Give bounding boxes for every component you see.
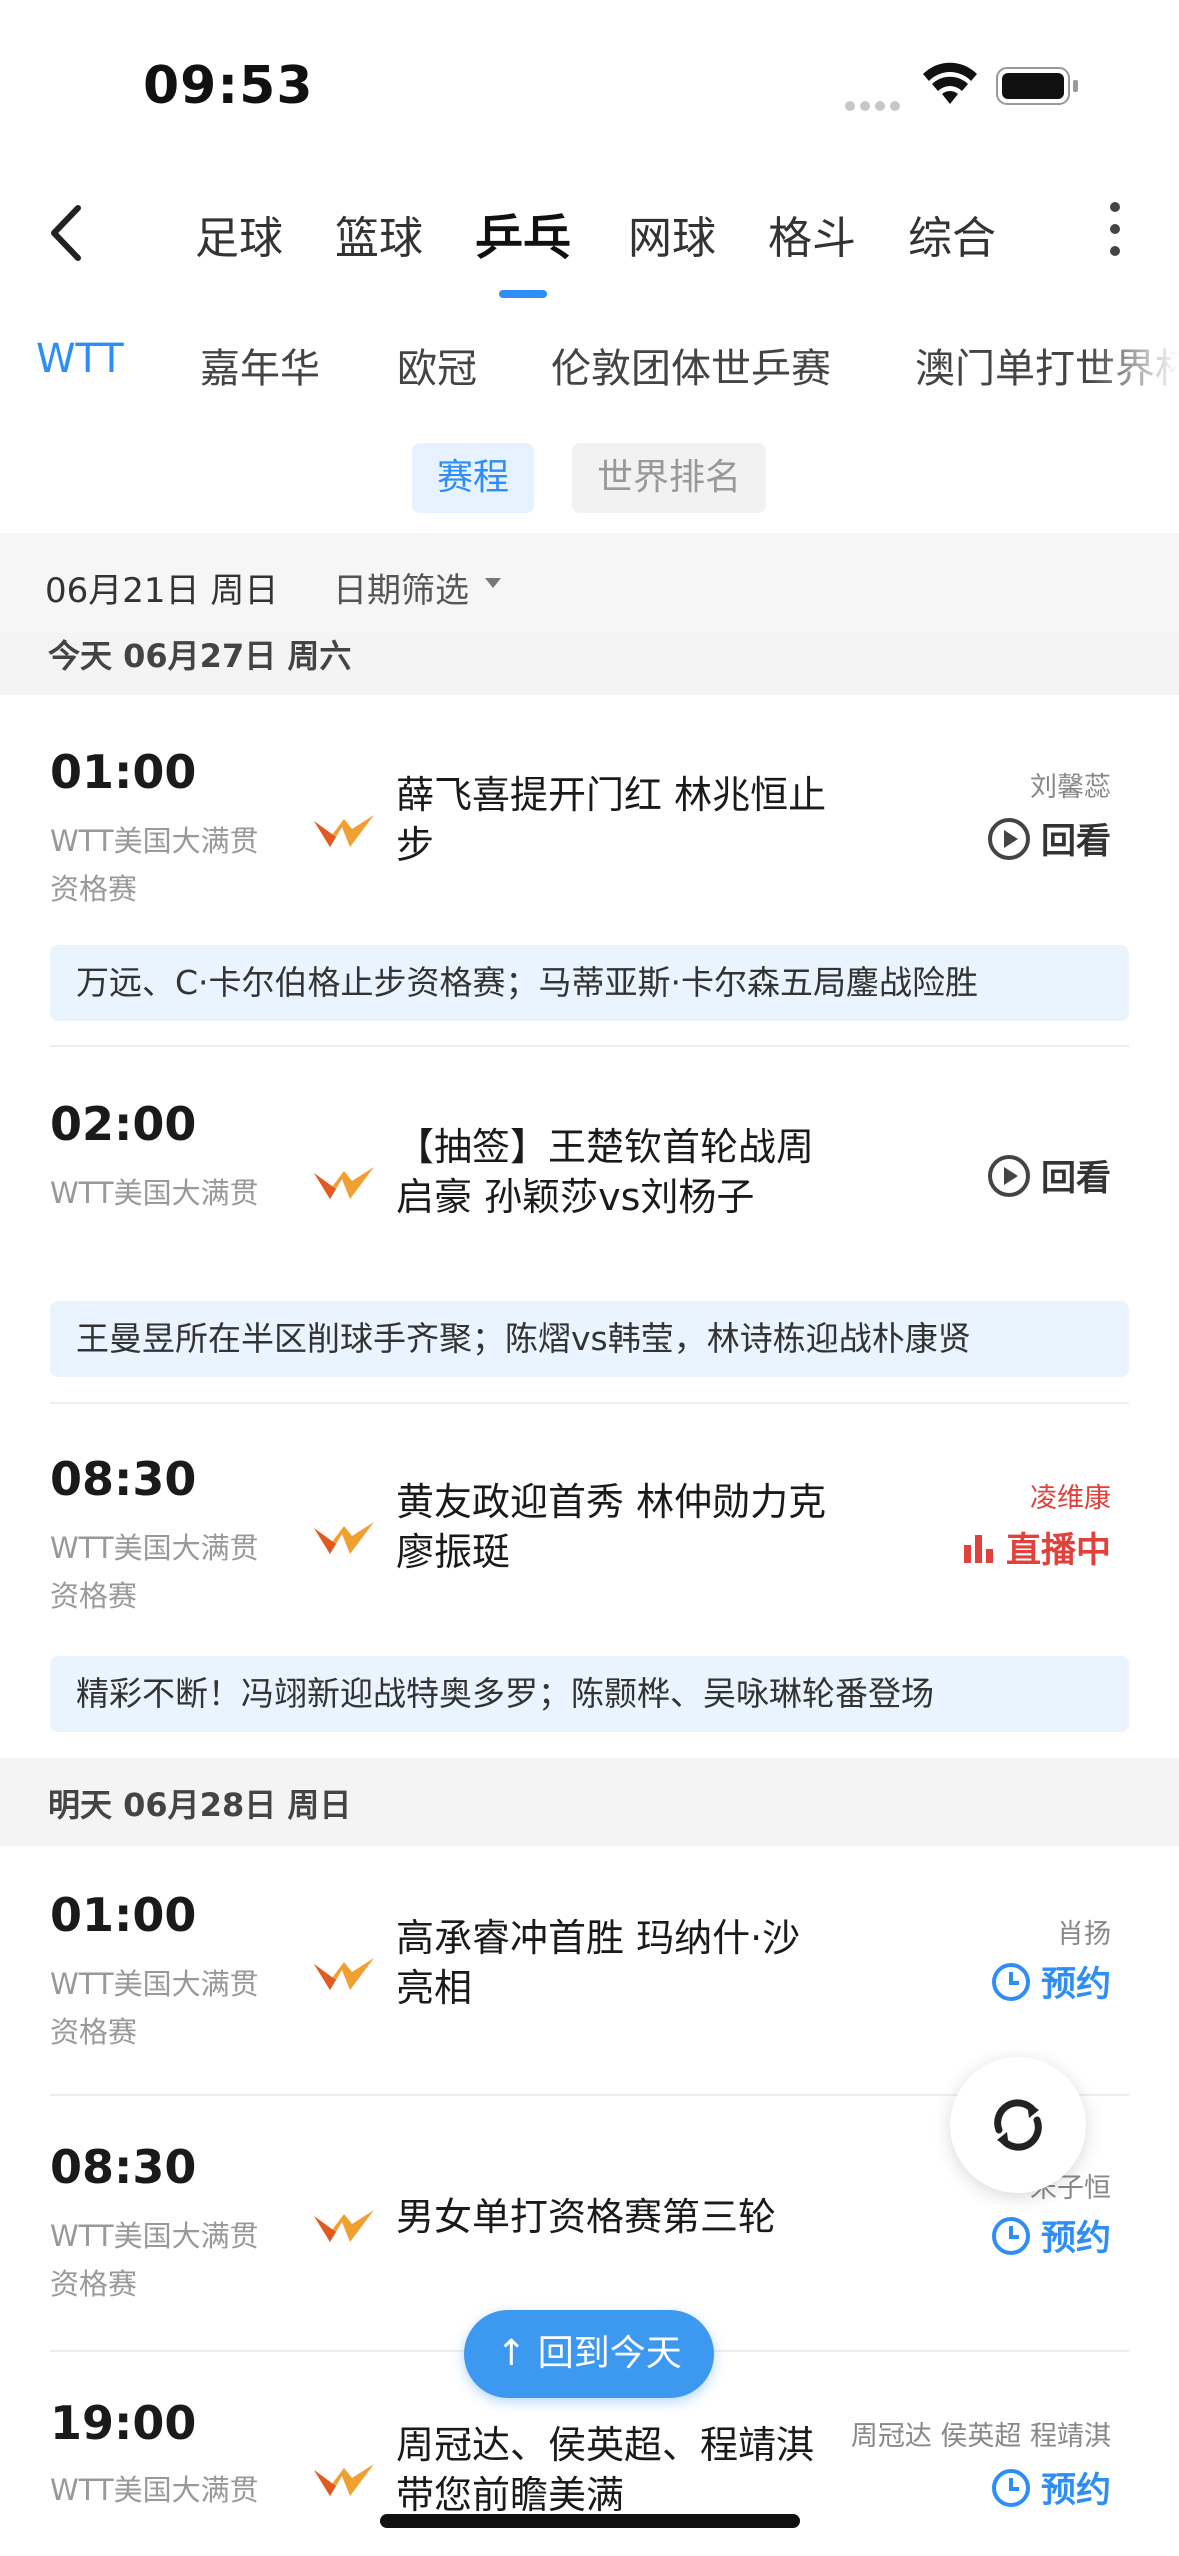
match-row[interactable]: 01:00 WTT美国大满贯资格赛 高承睿冲首胜 玛纳什·沙亮相 肖扬 预约	[0, 1846, 1179, 2094]
replay-button[interactable]: 回看	[987, 813, 1111, 864]
match-anchor: 肖扬	[1057, 1919, 1111, 1950]
status-bar: 09:53	[0, 0, 1179, 170]
signal-icon	[845, 96, 907, 111]
match-row[interactable]: 08:30 WTT美国大满贯资格赛 黄友政迎首秀 林仲勋力克廖振珽 凌维康 直播…	[0, 1404, 1179, 1758]
more-options-icon[interactable]	[1100, 202, 1130, 262]
tab-table-tennis[interactable]: 乒乓	[475, 198, 571, 298]
date-filter-bar: 06月21日 周日 日期筛选	[0, 533, 1179, 633]
match-anchor: 凌维康	[1030, 1483, 1111, 1514]
live-bars-icon	[963, 1534, 993, 1563]
refresh-icon	[994, 2099, 1042, 2151]
reserve-button[interactable]: 预约	[991, 2210, 1111, 2261]
match-title[interactable]: 薛飞喜提开门红 林兆恒止步	[396, 770, 836, 870]
wtt-logo-icon	[314, 1522, 374, 1554]
match-time: 08:30	[50, 2140, 197, 2194]
league-fade	[1089, 330, 1179, 400]
league-tab-euro[interactable]: 欧冠	[397, 336, 477, 394]
live-button[interactable]: 直播中	[962, 1522, 1111, 1573]
battery-icon	[996, 67, 1078, 105]
match-title[interactable]: 黄友政迎首秀 林仲勋力克廖振珽	[396, 1477, 836, 1577]
reserve-label: 预约	[1040, 1965, 1111, 2005]
match-title[interactable]: 【抽签】王楚钦首轮战周启豪 孙颖莎vs刘杨子	[396, 1122, 836, 1222]
reserve-button[interactable]: 预约	[991, 1956, 1111, 2007]
clock-icon	[991, 1962, 1030, 2001]
tab-tennis[interactable]: 网球	[628, 202, 716, 266]
back-to-today-button[interactable]: ↑ 回到今天	[464, 2310, 714, 2398]
wtt-logo-icon	[314, 2210, 374, 2242]
wtt-logo-icon	[314, 1167, 374, 1199]
match-anchor: 刘馨蕊	[1030, 772, 1111, 803]
date-filter-button[interactable]: 日期筛选	[333, 563, 469, 612]
match-league: WTT美国大满贯资格赛	[50, 1967, 259, 2049]
reserve-label: 预约	[1040, 2219, 1111, 2259]
current-date: 06月21日 周日	[45, 571, 279, 611]
match-league: WTT美国大满贯资格赛	[50, 2219, 259, 2301]
match-league: WTT美国大满贯	[50, 2473, 259, 2507]
league-tab-carnival[interactable]: 嘉年华	[200, 336, 320, 394]
match-anchor: 周冠达 侯英超 程靖淇	[850, 2421, 1111, 2452]
match-title[interactable]: 男女单打资格赛第三轮	[396, 2192, 836, 2242]
match-league: WTT美国大满贯资格赛	[50, 824, 259, 906]
match-time: 19:00	[50, 2396, 197, 2450]
day-header-today: 今天 06月27日 周六	[0, 633, 1179, 695]
clock-icon	[991, 2468, 1030, 2507]
match-note[interactable]: 精彩不断！冯翊新迎战特奥多罗；陈颢桦、吴咏琳轮番登场	[50, 1656, 1129, 1732]
day-header-tomorrow-label: 明天 06月28日 周日	[48, 1786, 352, 1824]
match-time: 01:00	[50, 1888, 197, 1942]
replay-label: 回看	[1040, 1159, 1111, 1199]
league-tab-bar: WTT 嘉年华 欧冠 伦敦团体世乒赛 澳门单打世界杯	[0, 330, 1179, 400]
play-circle-icon	[987, 1154, 1030, 1197]
reserve-button[interactable]: 预约	[991, 2462, 1111, 2513]
wtt-logo-icon	[314, 2464, 374, 2496]
reserve-label: 预约	[1040, 2471, 1111, 2511]
day-header-tomorrow: 明天 06月28日 周日	[0, 1758, 1179, 1846]
live-label: 直播中	[1005, 1531, 1111, 1571]
tab-basketball[interactable]: 篮球	[335, 202, 423, 266]
sport-tab-bar: 足球 篮球 乒乓 网球 格斗 综合	[0, 180, 1179, 298]
play-circle-icon	[987, 817, 1030, 860]
match-note[interactable]: 万远、C·卡尔伯格止步资格赛；马蒂亚斯·卡尔森五局鏖战险胜	[50, 945, 1129, 1021]
match-time: 01:00	[50, 745, 197, 799]
replay-button[interactable]: 回看	[987, 1150, 1111, 1201]
status-time: 09:53	[143, 56, 314, 116]
segment-ranking[interactable]: 世界排名	[572, 443, 766, 513]
refresh-button[interactable]	[950, 2057, 1086, 2193]
day-header-today-label: 今天 06月27日 周六	[48, 637, 352, 675]
tab-general[interactable]: 综合	[908, 202, 996, 266]
replay-label: 回看	[1040, 822, 1111, 862]
back-arrow-icon[interactable]	[40, 198, 100, 268]
match-league: WTT美国大满贯资格赛	[50, 1531, 259, 1613]
wtt-logo-icon	[314, 815, 374, 847]
match-row[interactable]: 01:00 WTT美国大满贯资格赛 薛飞喜提开门红 林兆恒止步 刘馨蕊 回看 万…	[0, 695, 1179, 1045]
league-tab-wtt[interactable]: WTT	[36, 336, 124, 382]
home-indicator	[380, 2514, 800, 2528]
match-league: WTT美国大满贯	[50, 1176, 259, 1210]
tab-football[interactable]: 足球	[195, 202, 283, 266]
match-time: 02:00	[50, 1097, 197, 1151]
league-tab-london-team[interactable]: 伦敦团体世乒赛	[551, 336, 831, 394]
wtt-logo-icon	[314, 1958, 374, 1990]
caret-down-icon[interactable]	[485, 578, 501, 588]
tab-fighting[interactable]: 格斗	[768, 202, 856, 266]
match-title[interactable]: 高承睿冲首胜 玛纳什·沙亮相	[396, 1913, 836, 2013]
wifi-icon	[923, 62, 977, 104]
clock-icon	[991, 2216, 1030, 2255]
match-title[interactable]: 周冠达、侯英超、程靖淇带您前瞻美满	[396, 2420, 836, 2520]
match-note[interactable]: 王曼昱所在半区削球手齐聚；陈熠vs韩莹，林诗栋迎战朴康贤	[50, 1301, 1129, 1377]
segment-schedule[interactable]: 赛程	[412, 443, 534, 513]
match-row[interactable]: 02:00 WTT美国大满贯 【抽签】王楚钦首轮战周启豪 孙颖莎vs刘杨子 回看…	[0, 1047, 1179, 1402]
match-time: 08:30	[50, 1452, 197, 1506]
